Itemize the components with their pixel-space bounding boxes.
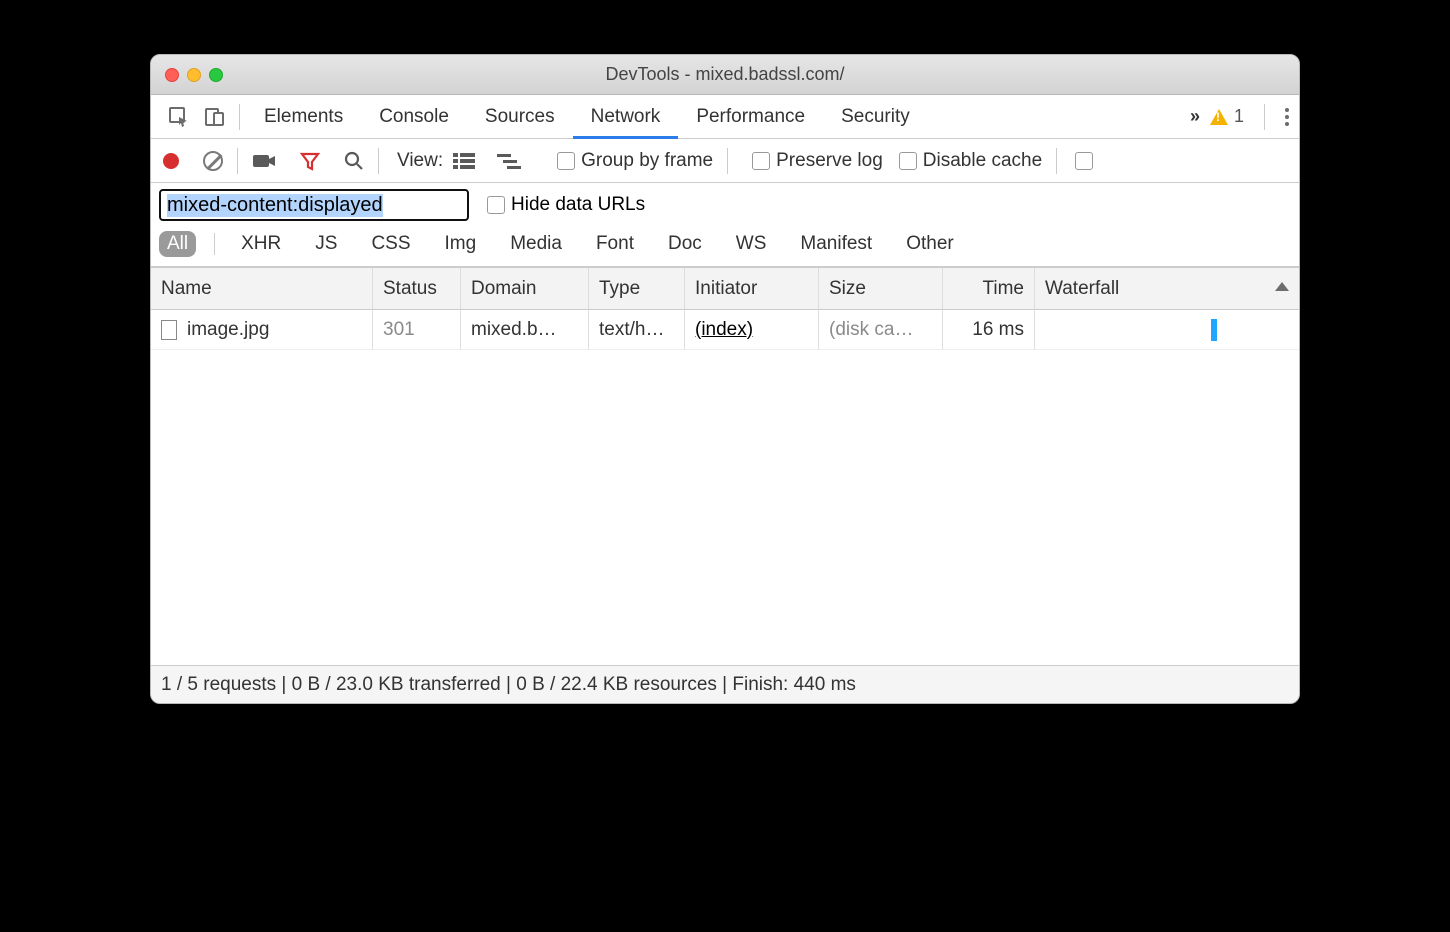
- separator: [214, 233, 215, 255]
- disable-cache-label: Disable cache: [923, 150, 1042, 172]
- filter-pill-other[interactable]: Other: [898, 231, 962, 257]
- filter-pill-manifest[interactable]: Manifest: [792, 231, 880, 257]
- table-body: image.jpg 301 mixed.b… text/h… (index) (…: [151, 310, 1299, 665]
- kebab-menu-icon[interactable]: [1285, 108, 1289, 126]
- minimize-window-button[interactable]: [187, 68, 201, 82]
- group-by-frame-checkbox[interactable]: Group by frame: [557, 150, 713, 172]
- filter-icon[interactable]: [300, 151, 320, 171]
- checkbox-icon: [899, 152, 917, 170]
- requests-table: Name Status Domain Type Initiator Size T…: [151, 267, 1299, 665]
- cell-size: (disk ca…: [819, 310, 943, 349]
- tab-security[interactable]: Security: [823, 95, 928, 139]
- search-icon[interactable]: [344, 151, 364, 171]
- cell-time: 16 ms: [943, 310, 1035, 349]
- close-window-button[interactable]: [165, 68, 179, 82]
- cell-name: image.jpg: [151, 310, 373, 349]
- col-header-status[interactable]: Status: [373, 268, 461, 309]
- screenshot-icon[interactable]: [252, 152, 276, 170]
- filter-pill-css[interactable]: CSS: [363, 231, 418, 257]
- filter-type-pills: All XHR JS CSS Img Media Font Doc WS Man…: [151, 227, 1299, 267]
- col-header-waterfall-label: Waterfall: [1045, 278, 1119, 300]
- col-header-name[interactable]: Name: [151, 268, 373, 309]
- warning-icon: [1210, 109, 1228, 125]
- filter-pill-xhr[interactable]: XHR: [233, 231, 289, 257]
- waterfall-bar: [1211, 319, 1217, 341]
- separator: [1264, 104, 1265, 130]
- filter-pill-img[interactable]: Img: [437, 231, 485, 257]
- inspect-element-icon[interactable]: [161, 99, 197, 135]
- cell-domain: mixed.b…: [461, 310, 589, 349]
- tab-console[interactable]: Console: [361, 95, 467, 139]
- filter-pill-js[interactable]: JS: [307, 231, 345, 257]
- checkbox-icon: [557, 152, 575, 170]
- overview-icon[interactable]: [497, 152, 521, 170]
- separator: [237, 148, 238, 174]
- sort-asc-icon: [1275, 282, 1289, 291]
- zoom-window-button[interactable]: [209, 68, 223, 82]
- devtools-window: DevTools - mixed.badssl.com/ Elements Co…: [150, 54, 1300, 704]
- checkbox-icon: [487, 196, 505, 214]
- filter-pill-ws[interactable]: WS: [728, 231, 775, 257]
- status-text: 1 / 5 requests | 0 B / 23.0 KB transferr…: [161, 674, 856, 696]
- hide-data-urls-checkbox[interactable]: Hide data URLs: [487, 194, 645, 216]
- filter-bar: Hide data URLs: [151, 183, 1299, 227]
- filter-pill-font[interactable]: Font: [588, 231, 642, 257]
- tab-network[interactable]: Network: [573, 95, 679, 139]
- table-header: Name Status Domain Type Initiator Size T…: [151, 268, 1299, 310]
- checkbox-icon: [752, 152, 770, 170]
- cell-initiator: (index): [685, 310, 819, 349]
- separator: [239, 104, 240, 130]
- warnings-indicator[interactable]: 1: [1210, 106, 1244, 127]
- tab-performance[interactable]: Performance: [678, 95, 823, 139]
- col-header-initiator[interactable]: Initiator: [685, 268, 819, 309]
- main-tabstrip: Elements Console Sources Network Perform…: [151, 95, 1299, 139]
- disable-cache-checkbox[interactable]: Disable cache: [899, 150, 1042, 172]
- hide-data-urls-label: Hide data URLs: [511, 194, 645, 216]
- col-header-domain[interactable]: Domain: [461, 268, 589, 309]
- separator: [727, 148, 728, 174]
- col-header-time[interactable]: Time: [943, 268, 1035, 309]
- filter-input[interactable]: [159, 189, 469, 221]
- filter-pill-doc[interactable]: Doc: [660, 231, 710, 257]
- network-toolbar: View: Group by frame Preserve log Disabl…: [151, 139, 1299, 183]
- cell-name-text: image.jpg: [187, 319, 269, 341]
- large-rows-icon[interactable]: [453, 152, 475, 170]
- preserve-log-checkbox[interactable]: Preserve log: [752, 150, 883, 172]
- clear-button[interactable]: [203, 151, 223, 171]
- tab-sources[interactable]: Sources: [467, 95, 573, 139]
- initiator-link[interactable]: (index): [695, 319, 753, 341]
- group-by-frame-label: Group by frame: [581, 150, 713, 172]
- filter-pill-media[interactable]: Media: [502, 231, 570, 257]
- cell-waterfall: [1035, 310, 1299, 349]
- status-bar: 1 / 5 requests | 0 B / 23.0 KB transferr…: [151, 665, 1299, 703]
- preserve-log-label: Preserve log: [776, 150, 883, 172]
- col-header-type[interactable]: Type: [589, 268, 685, 309]
- cell-status: 301: [373, 310, 461, 349]
- filter-pill-all[interactable]: All: [159, 231, 196, 257]
- record-button[interactable]: [163, 153, 179, 169]
- tab-elements[interactable]: Elements: [246, 95, 361, 139]
- warning-count: 1: [1234, 106, 1244, 127]
- toggle-device-toolbar-icon[interactable]: [197, 99, 233, 135]
- more-tabs-button[interactable]: »: [1190, 106, 1196, 127]
- titlebar: DevTools - mixed.badssl.com/: [151, 55, 1299, 95]
- offline-checkbox[interactable]: [1075, 152, 1093, 170]
- col-header-size[interactable]: Size: [819, 268, 943, 309]
- view-label: View:: [397, 150, 443, 172]
- cell-type: text/h…: [589, 310, 685, 349]
- file-icon: [161, 320, 177, 340]
- separator: [378, 148, 379, 174]
- table-row[interactable]: image.jpg 301 mixed.b… text/h… (index) (…: [151, 310, 1299, 350]
- window-title: DevTools - mixed.badssl.com/: [151, 64, 1299, 85]
- separator: [1056, 148, 1057, 174]
- col-header-waterfall[interactable]: Waterfall: [1035, 268, 1299, 309]
- traffic-lights: [151, 68, 223, 82]
